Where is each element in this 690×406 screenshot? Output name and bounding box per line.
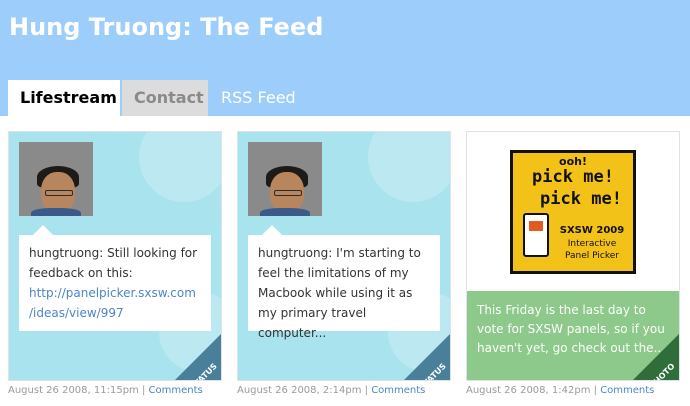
promo-text: pick me! [532, 167, 614, 187]
avatar[interactable] [19, 142, 93, 216]
photo-corner-badge [633, 334, 679, 380]
photo-thumbnail[interactable]: ooh! pick me! pick me! SXSW 2009 Interac… [510, 150, 636, 274]
comments-link[interactable]: Comments [600, 385, 654, 396]
feed-card-photo: ooh! pick me! pick me! SXSW 2009 Interac… [466, 131, 680, 381]
comments-link[interactable]: Comments [371, 385, 425, 396]
status-text: hungtruong: I'm starting to feel the lim… [258, 246, 421, 340]
status-bubble: hungtruong: I'm starting to feel the lim… [248, 225, 440, 340]
feed-card-status: hungtruong: Still looking for feedback o… [8, 131, 222, 381]
tab-rss-feed[interactable]: RSS Feed [209, 80, 308, 116]
background-bubble [368, 132, 450, 202]
tab-lifestream[interactable]: Lifestream [8, 80, 120, 116]
site-title[interactable]: Hung Truong: The Feed [9, 13, 323, 41]
promo-text: Panel Picker [565, 251, 619, 261]
post-date: August 26 2008, 2:14pm [237, 385, 362, 396]
meta-separator: | [141, 385, 146, 396]
promo-text: Interactive [567, 239, 617, 249]
tab-bar: Lifestream Contact RSS Feed [0, 80, 690, 116]
meta-separator: | [593, 385, 597, 396]
tab-contact[interactable]: Contact [122, 80, 208, 116]
status-corner-badge [404, 334, 450, 380]
phone-icon [523, 213, 549, 257]
status-link[interactable]: http://panelpicker.sxsw.com/ideas/view/9… [29, 283, 201, 323]
background-bubble [139, 132, 221, 202]
card-meta: August 26 2008, 2:14pm | Comments [237, 385, 425, 396]
status-corner-badge [175, 334, 221, 380]
card-meta: August 26 2008, 11:15pm | Comments [8, 385, 203, 396]
post-date: August 26 2008, 11:15pm [8, 385, 139, 396]
status-bubble: hungtruong: Still looking for feedback o… [19, 225, 211, 331]
card-meta: August 26 2008, 1:42pm | Comments [466, 385, 654, 396]
promo-text: SXSW 2009 [559, 225, 625, 236]
post-date: August 26 2008, 1:42pm [466, 385, 591, 396]
avatar[interactable] [248, 142, 322, 216]
comments-link[interactable]: Comments [149, 385, 203, 396]
page-header: Hung Truong: The Feed Lifestream Contact… [0, 0, 690, 116]
status-text: hungtruong: Still looking for feedback o… [29, 246, 198, 280]
promo-text: pick me! [540, 189, 622, 209]
feed-card-status: hungtruong: I'm starting to feel the lim… [237, 131, 451, 381]
meta-separator: | [364, 385, 368, 396]
